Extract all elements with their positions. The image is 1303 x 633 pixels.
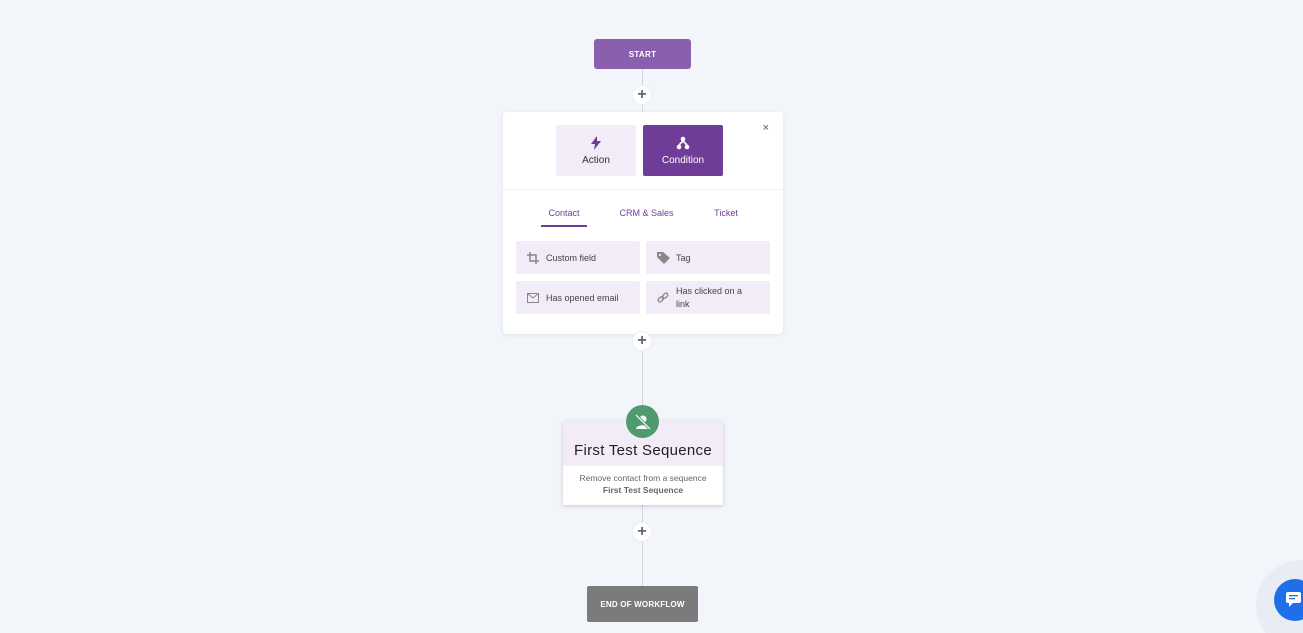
condition-type-label: Condition [661,154,705,166]
chat-bubble-icon [1286,592,1301,607]
option-label: Tag [676,252,691,263]
close-icon[interactable]: × [763,122,769,134]
tab-ticket[interactable]: Ticket [708,208,744,218]
step-description: Remove contact from a sequence [579,473,707,483]
end-of-workflow-node: END OF WORKFLOW [587,586,698,622]
add-step-button[interactable]: + [633,523,651,541]
step-sequence-name: First Test Sequence [602,485,684,495]
option-has-clicked-link[interactable]: Has clicked on a link [646,281,770,314]
option-tag[interactable]: Tag [646,241,770,274]
option-custom-field[interactable]: Custom field [516,241,640,274]
option-label: Has opened email [546,292,619,303]
tab-contact[interactable]: Contact [541,208,587,227]
connector-line [642,505,643,586]
add-step-button[interactable]: + [633,86,651,104]
divider [503,189,783,190]
envelope-icon [526,291,540,305]
action-type-button[interactable]: Action [556,125,636,176]
tag-icon [656,251,670,265]
remove-user-icon [626,405,659,438]
remove-from-sequence-step[interactable]: First Test Sequence Remove contact from … [563,405,723,505]
link-icon [656,291,670,305]
option-label: Has clicked on a link [676,285,743,309]
action-type-label: Action [582,154,610,166]
step-picker-panel: × Action Condition Contact CRM & Sales T… [503,112,783,334]
branch-icon [676,136,690,149]
step-body: Remove contact from a sequence First Tes… [563,466,723,495]
tab-crm-sales[interactable]: CRM & Sales [615,208,678,218]
option-has-opened-email[interactable]: Has opened email [516,281,640,314]
condition-tabs: Contact CRM & Sales Ticket [503,208,783,228]
step-title: First Test Sequence [574,442,712,459]
start-node[interactable]: START [594,39,691,69]
option-label: Custom field [546,252,597,263]
condition-type-button[interactable]: Condition [643,125,723,176]
add-step-button[interactable]: + [633,332,651,350]
lightning-icon [591,135,601,150]
crop-icon [526,251,540,265]
